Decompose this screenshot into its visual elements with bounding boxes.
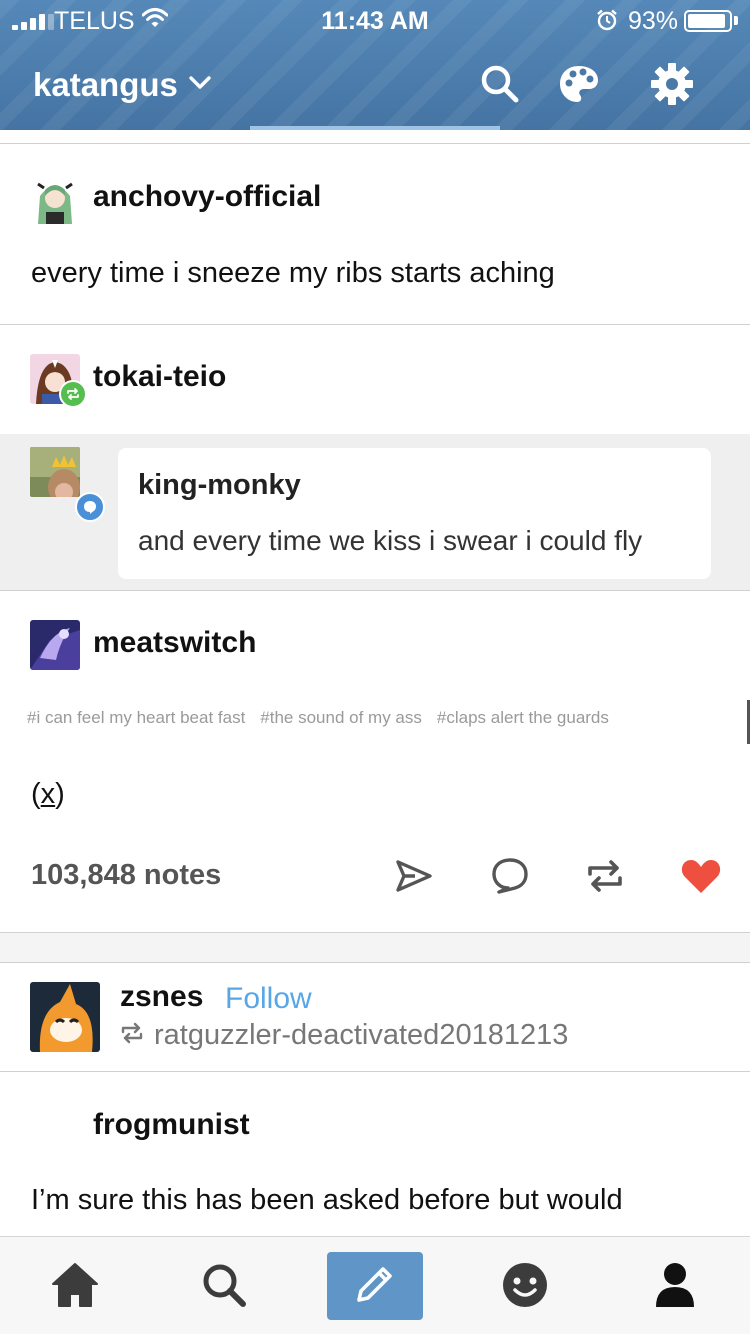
dashboard-feed[interactable]: anchovy-official every time i sneeze my … xyxy=(0,130,750,1236)
reblog-icon[interactable] xyxy=(583,854,627,898)
divider xyxy=(0,324,750,325)
reply-badge-icon xyxy=(75,492,105,522)
alarm-icon xyxy=(596,9,618,36)
home-icon[interactable] xyxy=(47,1257,103,1313)
op-username[interactable]: frogmunist xyxy=(93,1108,250,1142)
search-icon[interactable] xyxy=(478,62,522,106)
blog-name: katangus xyxy=(33,66,178,103)
avatar-anchovy-official[interactable] xyxy=(30,174,80,224)
notes-count[interactable]: 103,848 notes xyxy=(31,859,221,892)
bottom-tab-bar xyxy=(0,1236,750,1334)
avatar-king-monky[interactable] xyxy=(30,447,80,497)
source-x[interactable]: x xyxy=(41,778,56,810)
reply-text: and every time we kiss i swear i could f… xyxy=(138,525,643,556)
reblog-small-icon xyxy=(120,1019,144,1052)
reblog-badge-icon xyxy=(59,380,87,408)
post-text: every time i sneeze my ribs starts achin… xyxy=(31,257,555,289)
battery-icon xyxy=(684,10,732,32)
post-username[interactable]: zsnes xyxy=(120,980,203,1014)
post-username[interactable]: meatswitch xyxy=(93,626,256,660)
chevron-down-icon xyxy=(188,75,212,96)
avatar-zsnes[interactable] xyxy=(30,982,100,1052)
source-paren-close: ) xyxy=(55,778,65,810)
divider xyxy=(0,962,750,963)
pencil-icon xyxy=(353,1262,397,1311)
blog-switcher[interactable]: katangus xyxy=(33,66,212,104)
battery-percent: 93% xyxy=(628,7,679,35)
tag-link[interactable]: #the sound of my ass xyxy=(260,708,422,728)
like-icon[interactable] xyxy=(679,854,723,898)
app-header: TELUS 11:43 AM 93% katangus xyxy=(0,0,750,130)
follow-button[interactable]: Follow xyxy=(225,982,312,1016)
post-gap xyxy=(0,932,750,962)
avatar-meatswitch[interactable] xyxy=(30,620,80,670)
reply-username[interactable]: king-monky xyxy=(138,469,301,502)
reblogged-from[interactable]: ratguzzler-deactivated20181213 xyxy=(120,1019,568,1052)
post-username[interactable]: tokai-teio xyxy=(93,360,226,394)
account-icon[interactable] xyxy=(647,1257,703,1313)
status-bar: TELUS 11:43 AM 93% xyxy=(0,0,750,40)
post-username[interactable]: anchovy-official xyxy=(93,180,321,214)
reply-icon[interactable] xyxy=(488,854,532,898)
source-paren-open: ( xyxy=(31,778,41,810)
source-link[interactable]: (x) xyxy=(31,778,65,811)
divider xyxy=(0,590,750,591)
palette-icon[interactable] xyxy=(557,62,601,106)
share-icon[interactable] xyxy=(392,854,436,898)
post-text: I’m sure this has been asked before but … xyxy=(31,1184,623,1216)
explore-search-icon[interactable] xyxy=(196,1257,252,1313)
battery-cap xyxy=(734,16,738,25)
gear-icon[interactable] xyxy=(650,62,694,106)
reply-bubble: king-monky and every time we kiss i swea… xyxy=(118,448,711,579)
compose-button[interactable] xyxy=(327,1252,423,1320)
activity-icon[interactable] xyxy=(497,1257,553,1313)
reblogged-from-username: ratguzzler-deactivated20181213 xyxy=(154,1019,569,1051)
tag-link[interactable]: #claps alert the guards xyxy=(437,708,609,728)
post-tags: #i can feel my heart beat fast #the soun… xyxy=(27,708,609,728)
divider xyxy=(0,143,750,144)
divider xyxy=(0,932,750,933)
divider xyxy=(0,1071,750,1072)
tag-link[interactable]: #i can feel my heart beat fast xyxy=(27,708,245,728)
